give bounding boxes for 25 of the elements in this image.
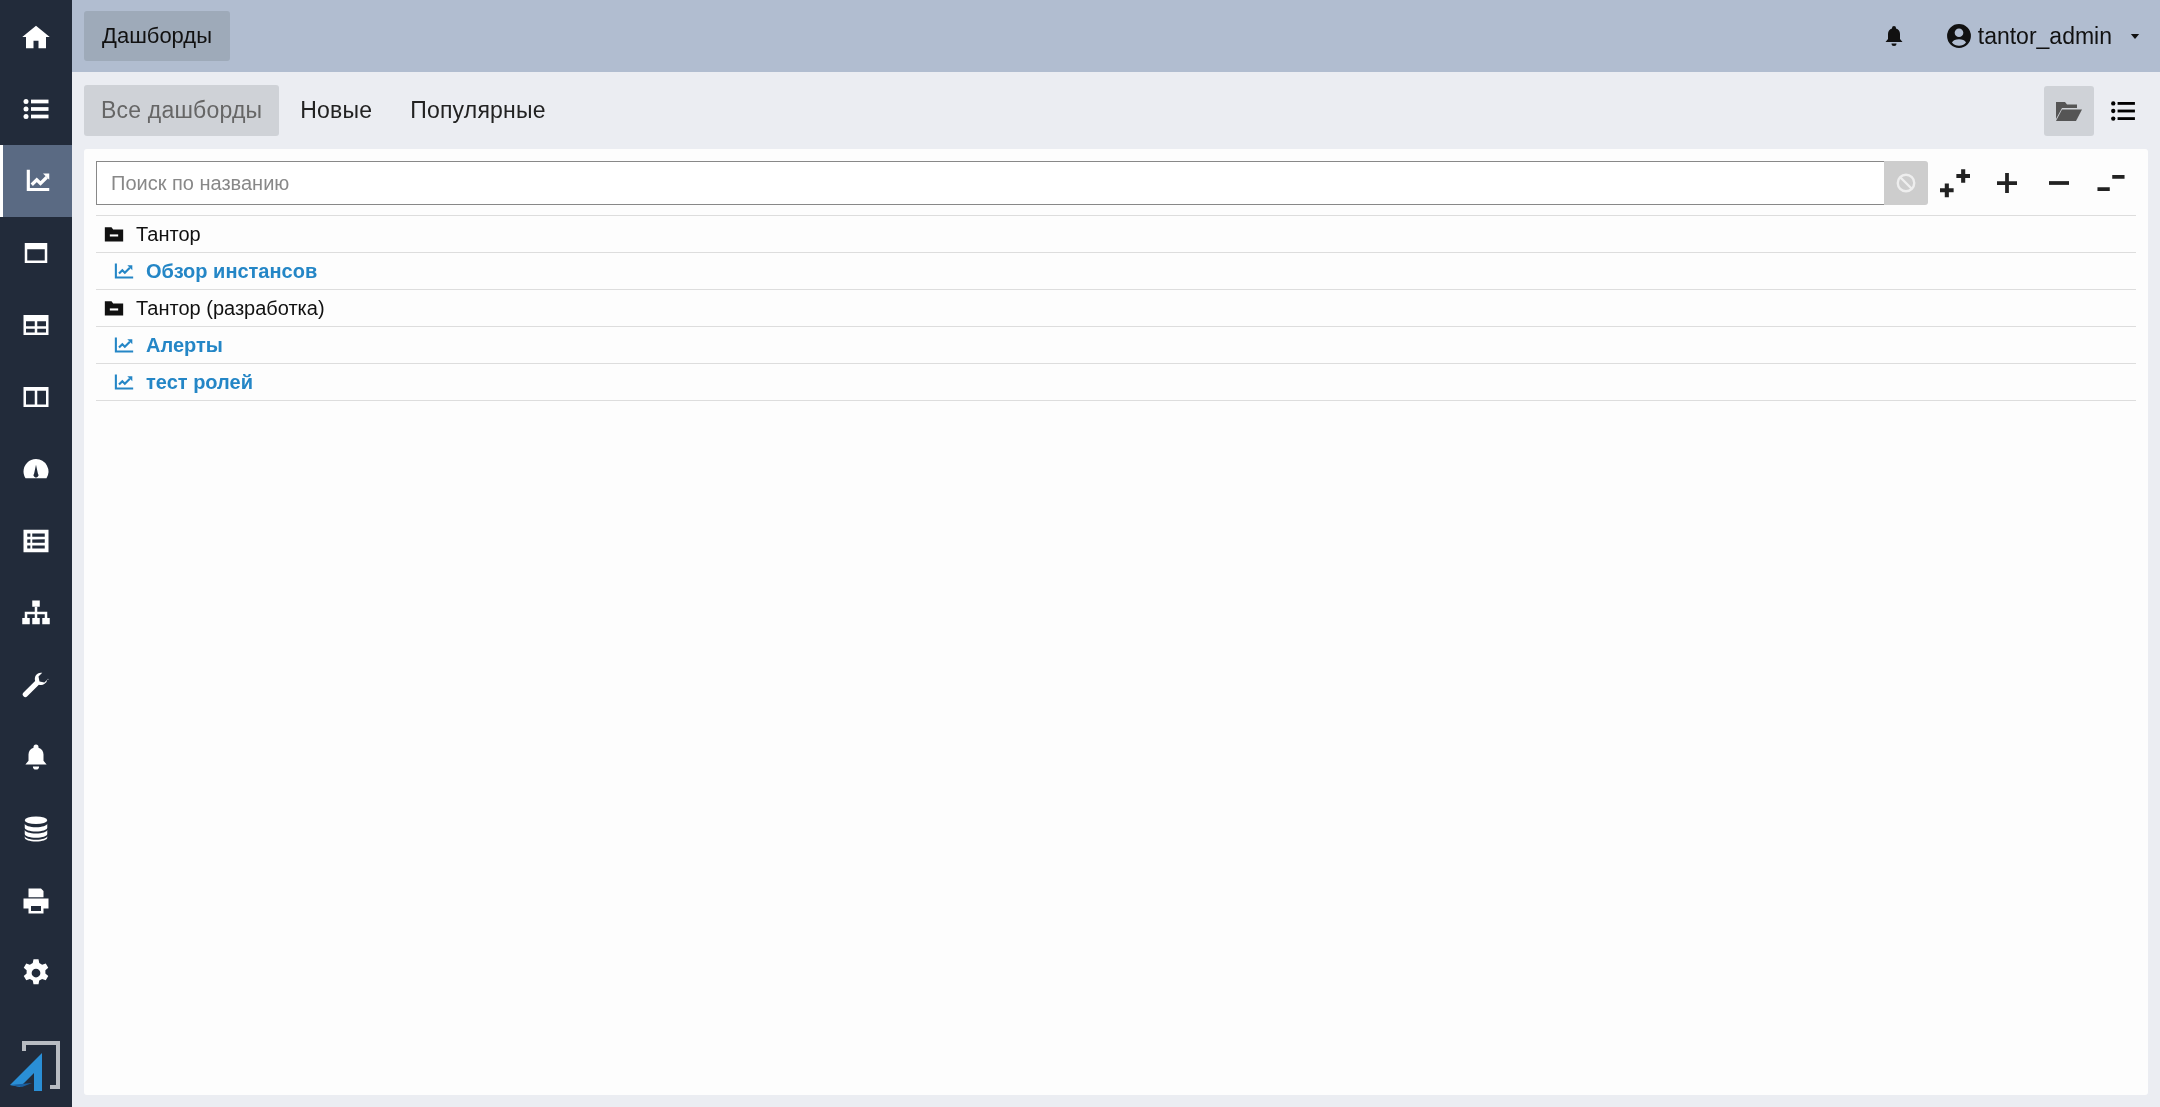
- tab[interactable]: Новые: [283, 85, 390, 136]
- user-menu[interactable]: tantor_admin: [1945, 22, 2148, 50]
- double-minus-icon: [2096, 175, 2126, 191]
- dashboard-link[interactable]: тест ролей: [96, 370, 253, 394]
- view-toggle-button[interactable]: [2044, 85, 2094, 136]
- folder-item[interactable]: Тантор (разработка): [96, 295, 331, 321]
- page-title: Дашборды: [84, 11, 230, 61]
- line-chart-icon: [114, 336, 134, 354]
- user-icon: [1945, 23, 1972, 49]
- line-chart-icon: [114, 373, 134, 391]
- search-field[interactable]: Поиск по названию: [96, 161, 1884, 205]
- dashboard-link[interactable]: Алерты: [96, 333, 223, 357]
- caret-icon: [2130, 32, 2140, 40]
- folder-minus-icon: [104, 299, 124, 317]
- minus-icon: [2049, 181, 2069, 185]
- tab[interactable]: Популярные: [393, 85, 563, 136]
- ban-icon: [1895, 172, 1917, 194]
- plus-icon: [1997, 173, 2017, 193]
- line-chart-icon: [114, 262, 134, 280]
- folder-minus-icon: [104, 225, 124, 243]
- double-plus-icon: [1940, 168, 1970, 198]
- dashboard-link[interactable]: Обзор инстансов: [96, 259, 318, 283]
- folder-item[interactable]: Тантор: [96, 221, 207, 247]
- printer-icon: [21, 886, 51, 916]
- tab[interactable]: Все дашборды: [84, 85, 280, 136]
